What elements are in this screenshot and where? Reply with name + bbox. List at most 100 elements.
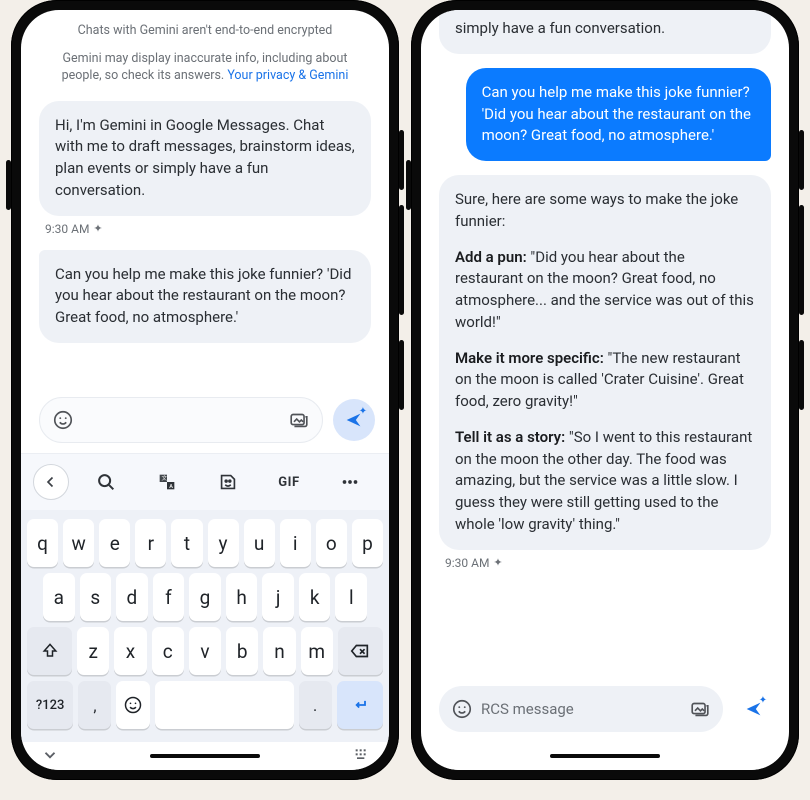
key-d[interactable]: d [116,573,148,621]
suggestion-items: 文A GIF [79,471,377,493]
translate-icon[interactable]: 文A [156,471,178,493]
send-button[interactable]: ✦ [733,688,775,730]
key-x[interactable]: x [114,627,146,675]
key-comma[interactable]: , [78,681,111,729]
reply-tip-title: Tell it as a story: [455,428,565,446]
chat-scroll[interactable]: Chats with Gemini aren't end-to-end encr… [21,10,389,389]
message-incoming-reply[interactable]: Sure, here are some ways to make the jok… [439,175,771,550]
sparkle-icon: ✦ [93,222,102,235]
key-numtoggle[interactable]: ?123 [27,681,73,729]
reply-tip: Add a pun: "Did you hear about the resta… [455,247,755,334]
send-sparkle-icon: ✦ [759,695,767,706]
key-y[interactable]: y [208,519,239,567]
gesture-bar[interactable] [21,742,389,770]
key-emoji[interactable] [116,681,149,729]
key-period[interactable]: . [299,681,332,729]
keyboard-suggestion-strip: 文A GIF [21,453,389,510]
key-shift[interactable] [27,627,72,675]
key-g[interactable]: g [189,573,221,621]
key-m[interactable]: m [301,627,333,675]
compose-placeholder[interactable]: RCS message [481,700,681,718]
keyboard-collapse-icon[interactable] [41,746,59,764]
side-button [799,130,804,190]
key-w[interactable]: w [63,519,94,567]
more-icon[interactable] [339,471,361,493]
reply-tip: Tell it as a story: "So I went to this r… [455,427,755,536]
key-k[interactable]: k [299,573,331,621]
reply-tip-title: Make it more specific: [455,349,604,367]
side-button [399,205,404,315]
keyboard-row: ?123 , . [25,678,385,732]
chat-scroll[interactable]: simply have a fun conversation. Can you … [421,10,789,678]
reply-lead: Sure, here are some ways to make the jok… [455,189,755,233]
suggestion-back-button[interactable] [33,464,69,500]
emoji-icon[interactable] [52,409,74,431]
key-i[interactable]: i [280,519,311,567]
phone-right: simply have a fun conversation. Can you … [411,0,799,780]
side-button [399,340,404,410]
key-v[interactable]: v [189,627,221,675]
key-o[interactable]: o [316,519,347,567]
gallery-icon[interactable] [288,409,310,431]
message-timestamp: 9:30 AM ✦ [445,556,767,570]
compose-row: ✦ [21,389,389,453]
message-incoming[interactable]: Hi, I'm Gemini in Google Messages. Chat … [39,101,371,216]
key-enter[interactable] [337,681,383,729]
sticker-icon[interactable] [217,471,239,493]
key-backspace[interactable] [338,627,383,675]
key-h[interactable]: h [226,573,258,621]
keyboard-switch-icon[interactable] [353,746,369,762]
time-text: 9:30 AM [45,222,89,236]
message-outgoing[interactable]: Can you help me make this joke funnier? … [466,68,771,161]
compose-input-pill[interactable]: RCS message [439,686,723,732]
side-button [399,130,404,190]
key-a[interactable]: a [43,573,75,621]
key-n[interactable]: n [263,627,295,675]
side-button [406,160,411,210]
send-button[interactable]: ✦ [333,399,375,441]
screen: Chats with Gemini aren't end-to-end encr… [21,10,389,770]
svg-text:文: 文 [162,474,168,482]
key-t[interactable]: t [171,519,202,567]
time-text: 9:30 AM [445,556,489,570]
message-incoming-partial[interactable]: simply have a fun conversation. [439,10,771,54]
encryption-notice: Chats with Gemini aren't end-to-end encr… [39,18,371,42]
svg-text:A: A [170,484,174,490]
onscreen-keyboard: qwertyuiop asdfghjkl zxcvbnm ?123 , . [21,510,389,742]
reply-tip: Make it more specific: "The new restaura… [455,348,755,413]
key-r[interactable]: r [135,519,166,567]
message-draft[interactable]: Can you help me make this joke funnier? … [39,250,371,343]
keyboard-row: qwertyuiop [25,516,385,570]
screen: simply have a fun conversation. Can you … [421,10,789,770]
gallery-icon[interactable] [689,698,711,720]
key-q[interactable]: q [27,519,58,567]
side-button [799,340,804,410]
keyboard-row: asdfghjkl [25,570,385,624]
gesture-bar[interactable] [421,742,789,770]
reply-tip-title: Add a pun: [455,248,527,266]
key-e[interactable]: e [99,519,130,567]
emoji-icon[interactable] [451,698,473,720]
key-u[interactable]: u [244,519,275,567]
compose-input-pill[interactable] [39,397,323,443]
message-timestamp: 9:30 AM ✦ [45,222,367,236]
accuracy-notice: Gemini may display inaccurate info, incl… [39,46,371,87]
side-button [799,205,804,315]
compose-row: RCS message ✦ [421,678,789,742]
sparkle-icon: ✦ [493,556,502,569]
key-c[interactable]: c [152,627,184,675]
key-b[interactable]: b [226,627,258,675]
phone-left: Chats with Gemini aren't end-to-end encr… [11,0,399,780]
privacy-link[interactable]: Your privacy & Gemini [227,68,348,83]
key-l[interactable]: l [335,573,367,621]
key-space[interactable] [155,681,294,729]
keyboard-row: zxcvbnm [25,624,385,678]
key-f[interactable]: f [153,573,185,621]
gif-button[interactable]: GIF [278,475,299,490]
key-s[interactable]: s [80,573,112,621]
key-z[interactable]: z [77,627,109,675]
key-j[interactable]: j [262,573,294,621]
search-icon[interactable] [95,471,117,493]
send-sparkle-icon: ✦ [359,406,367,417]
key-p[interactable]: p [352,519,383,567]
